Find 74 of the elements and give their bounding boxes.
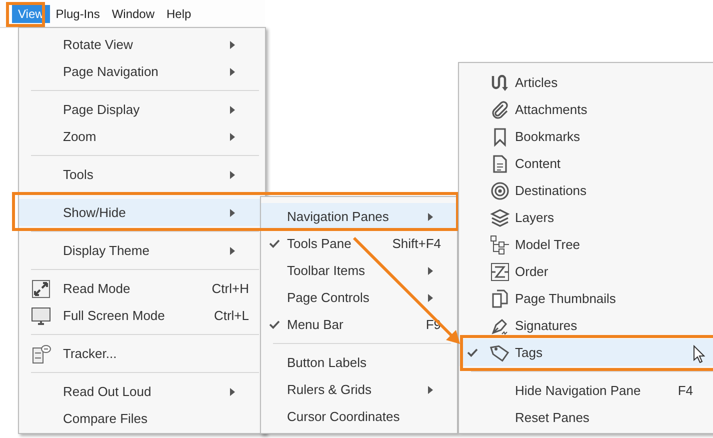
menu-item-label: Page Display — [63, 102, 140, 117]
menu-item-label: Signatures — [515, 318, 578, 333]
menu-item-label: Show/Hide — [63, 205, 126, 220]
menu-item[interactable]: Order — [459, 258, 713, 285]
menu-item[interactable]: Layers — [459, 204, 713, 231]
menu-item-label: Menu Bar — [287, 317, 344, 332]
menu-item-label: Zoom — [63, 129, 96, 144]
menu-item-label: Page Navigation — [63, 64, 158, 79]
pages-icon — [490, 288, 510, 308]
menu-item-label: Model Tree — [515, 237, 580, 252]
menu-item-label: Navigation Panes — [287, 209, 389, 224]
menu-item[interactable]: Tags — [459, 339, 713, 366]
menu-item-label: Order — [515, 264, 548, 279]
menu-item-label: Tracker... — [63, 346, 117, 361]
menu-item[interactable]: Model Tree — [459, 231, 713, 258]
shortcut-label: Ctrl+H — [212, 281, 249, 296]
menu-item-label: Tools Pane — [287, 236, 352, 251]
menu-item-label: Reset Panes — [515, 410, 590, 425]
menu-item-label: Compare Files — [63, 411, 148, 426]
menu-bar-item[interactable]: Plug-Ins — [50, 4, 106, 22]
menu-item[interactable]: Hide Navigation Pane F4 — [459, 377, 713, 404]
menu-item[interactable]: Reset Panes — [459, 404, 713, 431]
layers-icon — [490, 208, 510, 228]
shortcut-label: Ctrl+L — [214, 308, 249, 323]
mouse-pointer-icon — [693, 345, 705, 363]
menu-item-label: Cursor Coordinates — [287, 409, 400, 424]
menu-item[interactable]: Attachments — [459, 96, 713, 123]
menu-item[interactable]: Signatures — [459, 312, 713, 339]
menu-item[interactable]: Navigation Panes — [261, 203, 457, 230]
menu-item[interactable]: Bookmarks — [459, 123, 713, 150]
menu-item[interactable]: Page Display — [19, 96, 265, 123]
menu-item-label: Read Out Loud — [63, 384, 152, 399]
order-icon — [490, 262, 510, 282]
expand-icon — [31, 278, 51, 298]
menu-item-label: Toolbar Items — [287, 263, 366, 278]
menu-item-label: Content — [515, 156, 561, 171]
menu-bar-item[interactable]: Window — [106, 4, 161, 22]
callout-frame — [6, 2, 45, 27]
menu-item[interactable]: Page Navigation — [19, 58, 265, 85]
document-icon — [490, 154, 510, 174]
menu-item[interactable]: Rotate View — [19, 31, 265, 58]
menu-item[interactable]: Tools — [19, 161, 265, 188]
menu-item-label: Bookmarks — [515, 129, 580, 144]
shortcut-label: Shift+F4 — [392, 236, 441, 251]
menu-item-label: Page Controls — [287, 290, 370, 305]
menu-item[interactable]: Content — [459, 150, 713, 177]
tag-icon — [490, 342, 510, 362]
menu-item[interactable]: Cursor Coordinates — [261, 403, 457, 430]
menu-item[interactable]: Articles — [459, 69, 713, 96]
menu-item-label: Attachments — [515, 102, 588, 117]
menu-item-label: Button Labels — [287, 355, 367, 370]
menu-item-label: Destinations — [515, 183, 587, 198]
menu-item-label: Tools — [63, 167, 94, 182]
paperclip-icon — [490, 100, 510, 120]
monitor-icon — [31, 306, 51, 326]
menu-item-label: Full Screen Mode — [63, 308, 165, 323]
menu-item-label: Display Theme — [63, 243, 150, 258]
tree-icon — [490, 234, 510, 254]
menu-item[interactable]: Destinations — [459, 177, 713, 204]
menu-item-label: Tags — [515, 345, 542, 360]
menu-item-label: Rulers & Grids — [287, 382, 372, 397]
menu-item-label: Page Thumbnails — [515, 291, 616, 306]
menu-item-label: Rotate View — [63, 37, 133, 52]
target-icon — [490, 180, 510, 200]
tracker-icon — [31, 344, 51, 364]
menu-item-label: Articles — [515, 75, 558, 90]
shortcut-label: F4 — [678, 383, 693, 398]
articles-icon — [490, 72, 510, 92]
menu-item-label: Read Mode — [63, 281, 130, 296]
menu-item[interactable]: Page Thumbnails — [459, 285, 713, 312]
menu-item[interactable]: Zoom — [19, 123, 265, 150]
menu-bar-item[interactable]: Help — [160, 4, 198, 22]
menu-item-label: Layers — [515, 210, 554, 225]
menu-item-label: Hide Navigation Pane — [515, 383, 641, 398]
